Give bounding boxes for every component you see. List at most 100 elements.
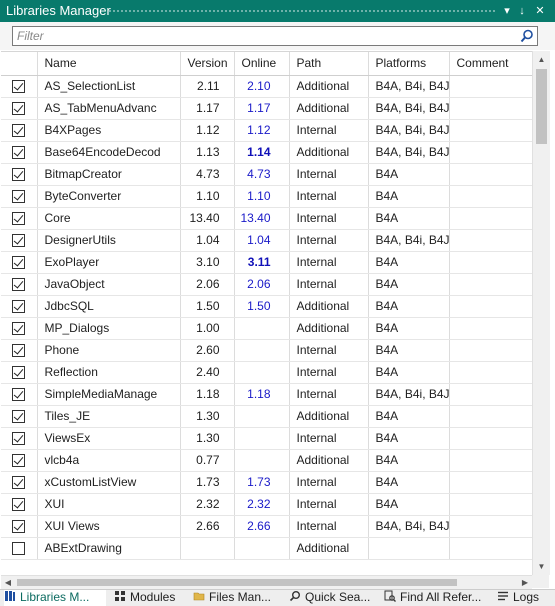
- checkbox-cell[interactable]: [1, 471, 38, 494]
- library-checkbox[interactable]: [12, 168, 26, 182]
- library-checkbox[interactable]: [12, 190, 26, 204]
- library-checkbox[interactable]: [12, 542, 26, 556]
- library-checkbox[interactable]: [12, 234, 26, 248]
- scroll-up-icon[interactable]: ▲: [533, 51, 550, 68]
- table-row[interactable]: Phone 2.60 Internal B4A: [1, 339, 532, 362]
- checkbox-cell[interactable]: [1, 273, 38, 296]
- checkbox-cell[interactable]: [1, 515, 38, 538]
- table-row[interactable]: B4XPages 1.12 1.12 Internal B4A, B4i, B4J: [1, 119, 532, 142]
- checkbox-cell[interactable]: [1, 207, 38, 230]
- checkbox-cell[interactable]: [1, 427, 38, 450]
- header-name[interactable]: Name: [37, 52, 181, 76]
- horizontal-scroll-thumb[interactable]: [17, 579, 457, 586]
- checkbox-cell[interactable]: [1, 75, 38, 98]
- library-checkbox[interactable]: [12, 80, 26, 94]
- library-checkbox[interactable]: [12, 212, 26, 226]
- library-checkbox[interactable]: [12, 388, 26, 402]
- vertical-scrollbar[interactable]: ▲ ▼: [532, 51, 550, 575]
- library-checkbox[interactable]: [12, 432, 26, 446]
- library-platforms: B4A, B4i, B4J: [368, 75, 450, 98]
- header-online[interactable]: Online: [234, 52, 290, 76]
- library-checkbox[interactable]: [12, 366, 26, 380]
- pin-icon[interactable]: ↓: [515, 3, 529, 19]
- table-row[interactable]: BitmapCreator 4.73 4.73 Internal B4A: [1, 163, 532, 186]
- header-version[interactable]: Version: [180, 52, 235, 76]
- checkbox-cell[interactable]: [1, 163, 38, 186]
- table-row[interactable]: AS_SelectionList 2.11 2.10 Additional B4A, B…: [1, 75, 532, 98]
- table-row[interactable]: ViewsEx 1.30 Internal B4A: [1, 427, 532, 450]
- library-checkbox[interactable]: [12, 344, 26, 358]
- table-row[interactable]: AS_TabMenuAdvanc 1.17 1.17 Additional B4A, B…: [1, 97, 532, 120]
- library-version: 1.00: [180, 317, 235, 340]
- search-icon[interactable]: [520, 29, 534, 43]
- library-checkbox[interactable]: [12, 520, 26, 534]
- drag-grip[interactable]: [108, 9, 495, 14]
- vertical-scroll-thumb[interactable]: [536, 69, 547, 144]
- library-checkbox[interactable]: [12, 300, 26, 314]
- library-path: Internal: [289, 339, 369, 362]
- checkbox-cell[interactable]: [1, 449, 38, 472]
- tab-libraries-manager[interactable]: Libraries M...: [4, 590, 106, 606]
- library-checkbox[interactable]: [12, 498, 26, 512]
- libraries-icon: [5, 591, 15, 601]
- table-row[interactable]: JdbcSQL 1.50 1.50 Additional B4A: [1, 295, 532, 318]
- filter-input[interactable]: [17, 28, 507, 44]
- dropdown-arrow-icon[interactable]: ▾: [500, 3, 514, 19]
- tab-quick-search[interactable]: Quick Sea...: [289, 590, 370, 606]
- library-checkbox[interactable]: [12, 278, 26, 292]
- scroll-left-icon[interactable]: ◀: [1, 576, 15, 589]
- horizontal-scrollbar[interactable]: ◀ ▶: [1, 575, 532, 589]
- header-path[interactable]: Path: [289, 52, 369, 76]
- table-row[interactable]: XUI Views 2.66 2.66 Internal B4A, B4i, B4J: [1, 515, 532, 538]
- close-icon[interactable]: ✕: [533, 3, 547, 19]
- checkbox-cell[interactable]: [1, 141, 38, 164]
- panel-title-bar[interactable]: Libraries Manager ▾ ↓ ✕: [0, 0, 555, 22]
- table-row[interactable]: JavaObject 2.06 2.06 Internal B4A: [1, 273, 532, 296]
- library-checkbox[interactable]: [12, 476, 26, 490]
- checkbox-cell[interactable]: [1, 339, 38, 362]
- scroll-right-icon[interactable]: ▶: [518, 576, 532, 589]
- table-row[interactable]: vlcb4a 0.77 Additional B4A: [1, 449, 532, 472]
- library-checkbox[interactable]: [12, 256, 26, 270]
- tab-logs[interactable]: Logs: [497, 590, 539, 606]
- library-checkbox[interactable]: [12, 146, 26, 160]
- library-checkbox[interactable]: [12, 322, 26, 336]
- checkbox-cell[interactable]: [1, 537, 38, 560]
- checkbox-cell[interactable]: [1, 493, 38, 516]
- tab-files-manager[interactable]: Files Man...: [193, 590, 271, 606]
- checkbox-cell[interactable]: [1, 361, 38, 384]
- library-checkbox[interactable]: [12, 410, 26, 424]
- checkbox-cell[interactable]: [1, 383, 38, 406]
- checkbox-cell[interactable]: [1, 251, 38, 274]
- library-checkbox[interactable]: [12, 454, 26, 468]
- table-row[interactable]: Reflection 2.40 Internal B4A: [1, 361, 532, 384]
- header-checkbox-column[interactable]: [1, 52, 38, 76]
- checkbox-cell[interactable]: [1, 119, 38, 142]
- checkbox-cell[interactable]: [1, 405, 38, 428]
- table-row[interactable]: xCustomListView 1.73 1.73 Internal B4A: [1, 471, 532, 494]
- library-path: Additional: [289, 295, 369, 318]
- table-row[interactable]: SimpleMediaManage 1.18 1.18 Internal B4A, B4…: [1, 383, 532, 406]
- tab-find-all-references[interactable]: Find All Refer...: [384, 590, 481, 606]
- table-row[interactable]: XUI 2.32 2.32 Internal B4A: [1, 493, 532, 516]
- checkbox-cell[interactable]: [1, 295, 38, 318]
- filter-box[interactable]: [12, 26, 538, 46]
- checkbox-cell[interactable]: [1, 229, 38, 252]
- table-row[interactable]: ABExtDrawing Additional: [1, 537, 532, 560]
- checkbox-cell[interactable]: [1, 317, 38, 340]
- checkbox-cell[interactable]: [1, 185, 38, 208]
- table-row[interactable]: MP_Dialogs 1.00 Additional B4A: [1, 317, 532, 340]
- library-checkbox[interactable]: [12, 124, 26, 138]
- table-row[interactable]: Base64EncodeDecod 1.13 1.14 Additional B4A, …: [1, 141, 532, 164]
- table-row[interactable]: Tiles_JE 1.30 Additional B4A: [1, 405, 532, 428]
- scroll-down-icon[interactable]: ▼: [533, 558, 550, 575]
- tab-modules[interactable]: Modules: [114, 590, 175, 606]
- table-row[interactable]: ExoPlayer 3.10 3.11 Internal B4A: [1, 251, 532, 274]
- library-checkbox[interactable]: [12, 102, 26, 116]
- header-comment[interactable]: Comment: [449, 52, 532, 76]
- header-platforms[interactable]: Platforms: [368, 52, 450, 76]
- checkbox-cell[interactable]: [1, 97, 38, 120]
- table-row[interactable]: Core 13.40 13.40 Internal B4A: [1, 207, 532, 230]
- table-row[interactable]: DesignerUtils 1.04 1.04 Internal B4A, B4i, B…: [1, 229, 532, 252]
- table-row[interactable]: ByteConverter 1.10 1.10 Internal B4A: [1, 185, 532, 208]
